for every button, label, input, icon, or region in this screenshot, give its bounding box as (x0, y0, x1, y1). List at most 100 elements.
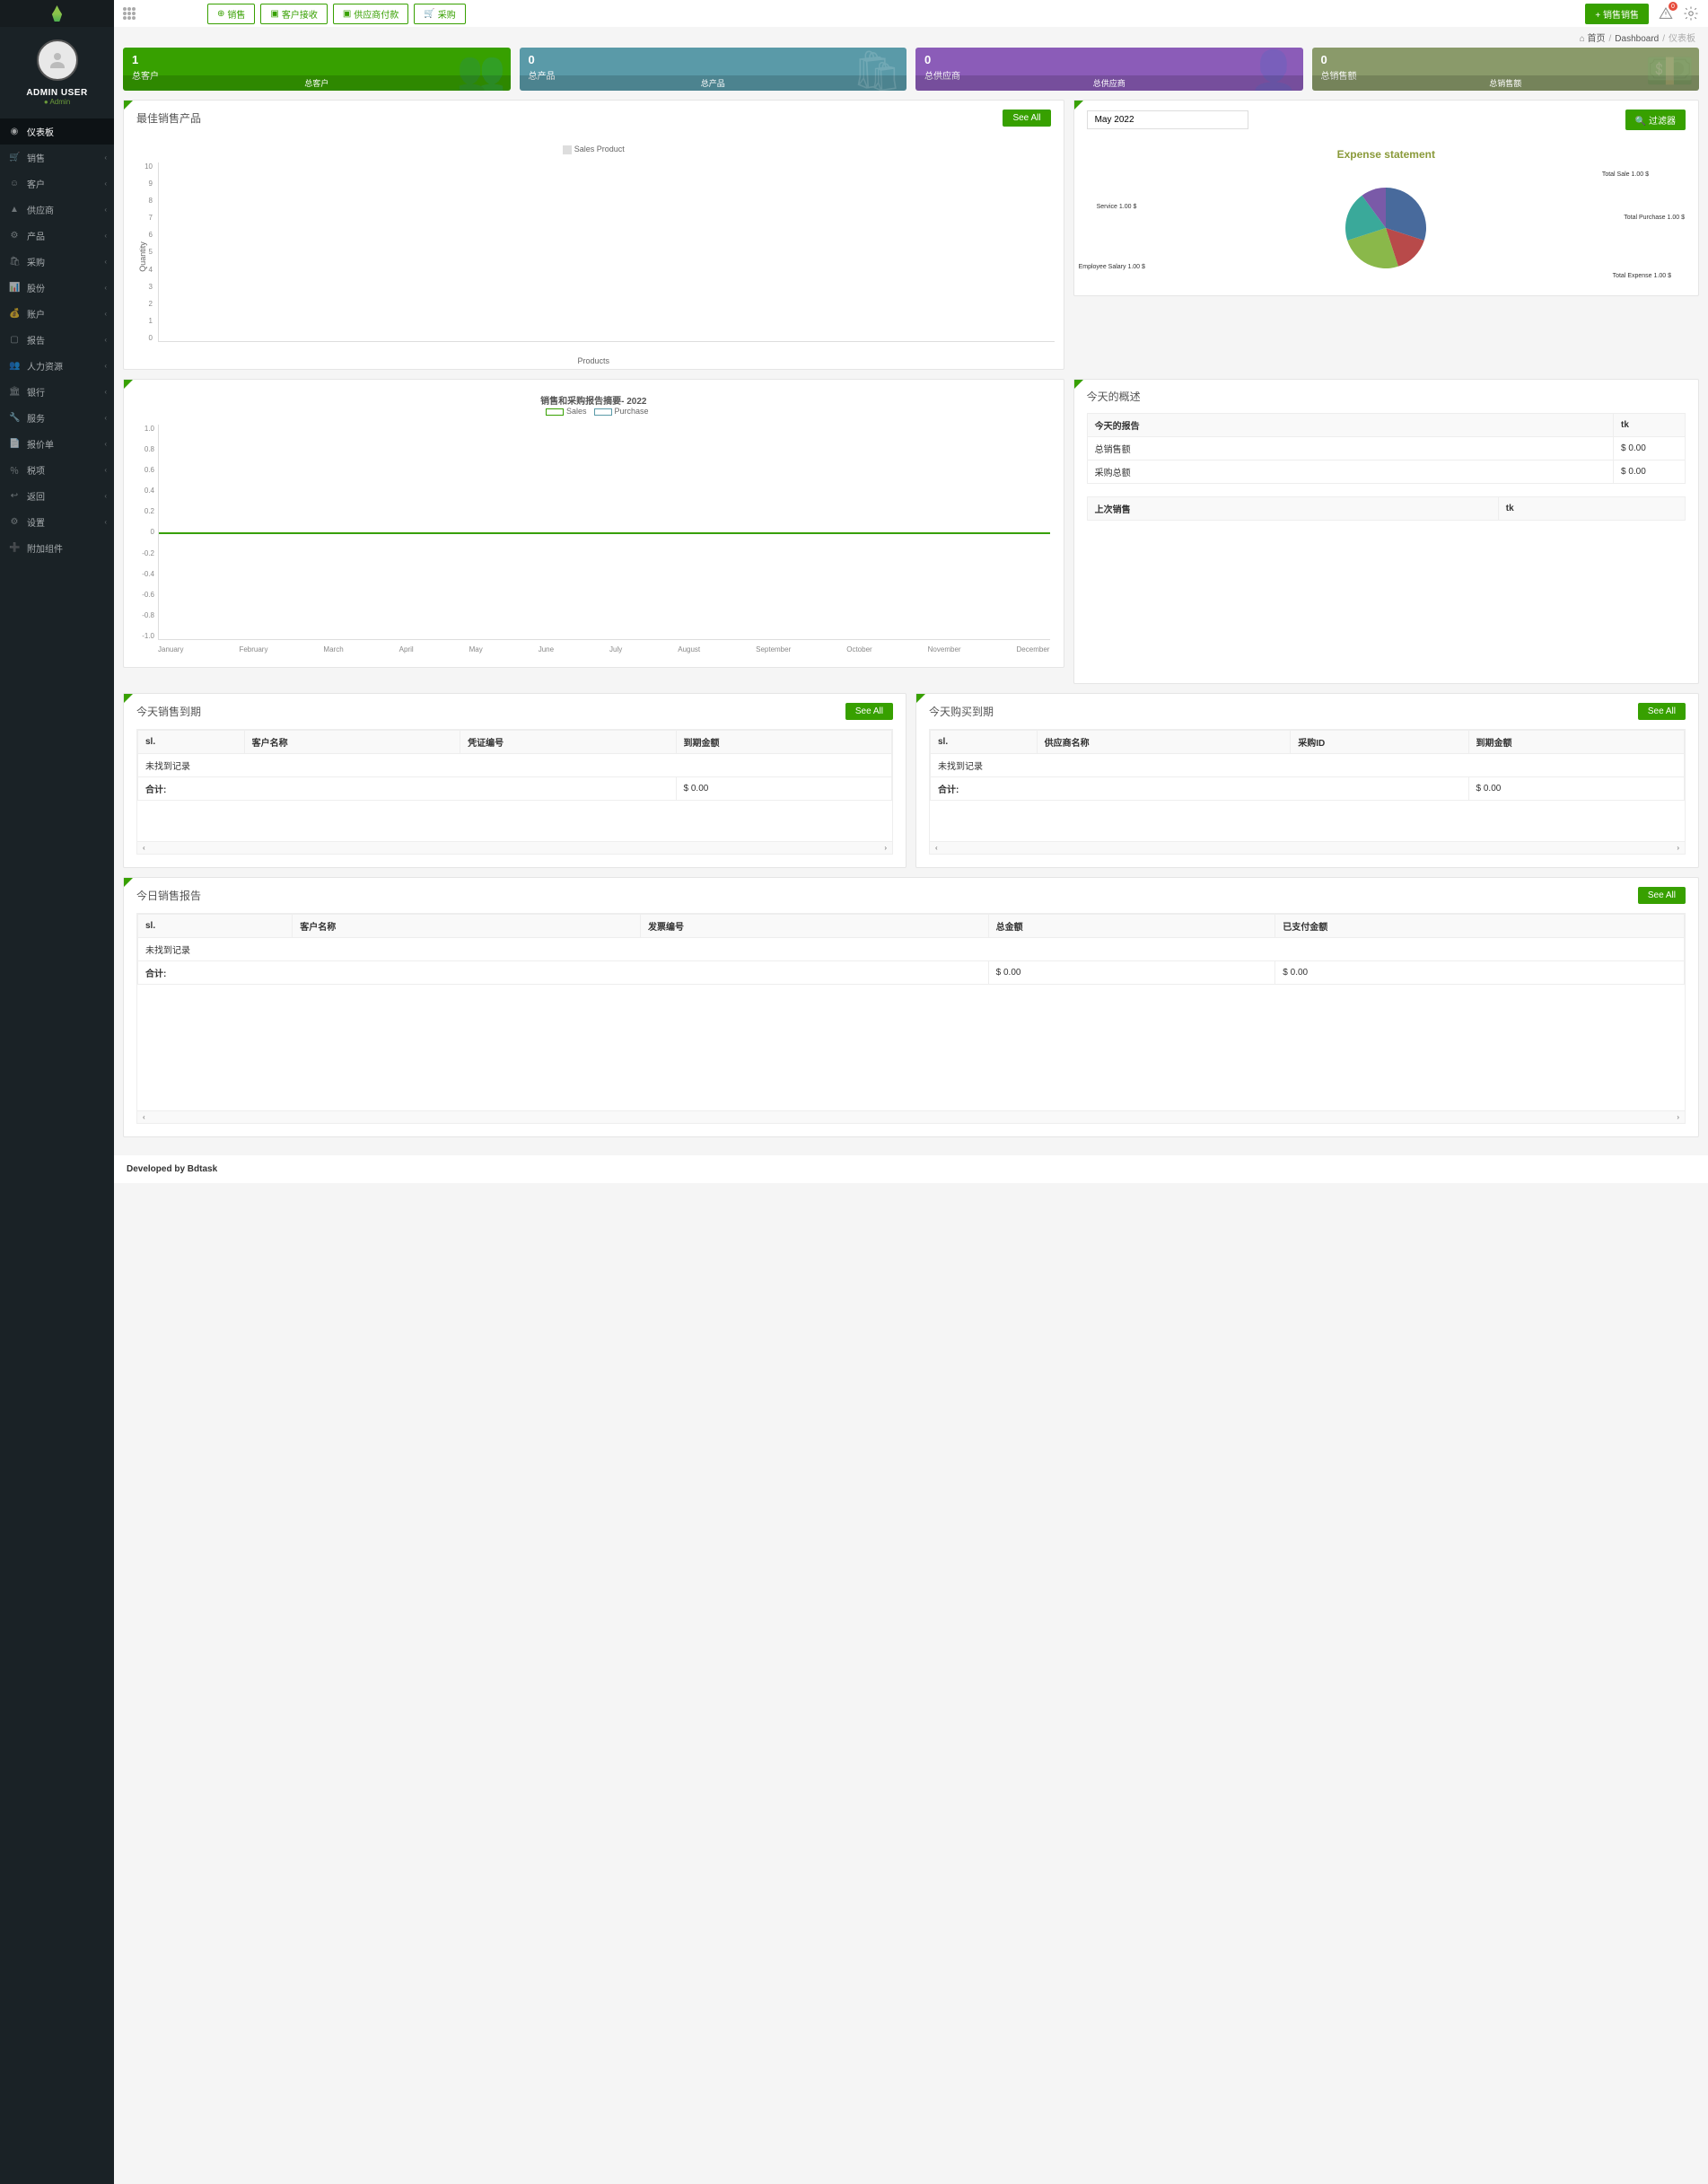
chevron-left-icon[interactable]: ‹ (143, 844, 145, 852)
chevron-left-icon: ‹ (104, 440, 107, 448)
chevron-left-icon: ‹ (104, 336, 107, 344)
alert-icon[interactable]: 0 (1658, 5, 1674, 22)
panel-sales-purchase: 销售和采购报告摘要- 2022 SalesPurchase 1.00.80.60… (123, 379, 1064, 668)
breadcrumb: ⌂ 首页/Dashboard/仪表板 (114, 27, 1708, 48)
nav-return[interactable]: ↩返回‹ (0, 483, 114, 509)
gear-icon: ⚙ (9, 517, 20, 527)
pie-title: Expense statement (1092, 148, 1680, 161)
chevron-left-icon: ‹ (104, 206, 107, 214)
nav-addon[interactable]: ➕附加组件 (0, 535, 114, 561)
gauge-icon: ◉ (9, 127, 20, 136)
nav-purchase[interactable]: 🛍采购‹ (0, 249, 114, 275)
chevron-left-icon[interactable]: ‹ (143, 1113, 145, 1121)
nav-quote[interactable]: 📄报价单‹ (0, 431, 114, 457)
top-btn-supplier-pay[interactable]: ▣供应商付款 (333, 4, 408, 24)
user-name: ADMIN USER (0, 88, 114, 98)
chevron-right-icon[interactable]: › (1677, 1113, 1679, 1121)
nav-settings[interactable]: ⚙设置‹ (0, 509, 114, 535)
file-icon: 📄 (9, 439, 20, 449)
nav-report[interactable]: ▢报告‹ (0, 327, 114, 353)
tax-icon: ％ (9, 463, 20, 477)
stat-customers[interactable]: 1总客户总客户👥 (123, 48, 511, 91)
nav-service[interactable]: 🔧服务‹ (0, 405, 114, 431)
see-all-button[interactable]: See All (1638, 887, 1686, 904)
line-chart: 销售和采购报告摘要- 2022 SalesPurchase 1.00.80.60… (124, 380, 1064, 667)
top-btn-sales[interactable]: ⊕销售 (207, 4, 255, 24)
bar-chart: Sales Product Quantity 109876543210 Prod… (124, 136, 1064, 369)
due-sales-table: sl.客户名称凭证编号到期金额 未找到记录 合计:$ 0.00 (137, 730, 892, 801)
cog-icon: ⚙ (9, 231, 20, 241)
month-input[interactable] (1087, 110, 1248, 129)
panel-today-report: 今日销售报告See All sl.客户名称发票编号总金额已支付金额 未找到记录 … (123, 877, 1699, 1137)
nav-tax[interactable]: ％税项‹ (0, 457, 114, 483)
see-all-button[interactable]: See All (845, 703, 893, 720)
nav-account[interactable]: 💰账户‹ (0, 301, 114, 327)
panel-expense: 🔍 过滤器 Expense statement (1073, 100, 1699, 296)
money-icon: 💰 (9, 309, 20, 319)
flame-icon (51, 5, 64, 22)
panel-due-sales: 今天销售到期See All sl.客户名称凭证编号到期金额 未找到记录 合计:$… (123, 693, 907, 868)
search-icon: 🔍 (1635, 117, 1649, 127)
chevron-left-icon: ‹ (104, 232, 107, 240)
chevron-right-icon[interactable]: › (884, 844, 887, 852)
chevron-left-icon: ‹ (104, 518, 107, 526)
home-icon: ⌂ (1580, 34, 1588, 44)
report-icon: ▢ (9, 335, 20, 345)
chevron-left-icon: ‹ (104, 492, 107, 500)
person-icon: 👤 (1249, 48, 1299, 91)
receive-icon: ▣ (270, 9, 278, 19)
crumb-home[interactable]: 首页 (1588, 34, 1606, 44)
cart-icon: 🛒 (9, 153, 20, 162)
today-report-table: sl.客户名称发票编号总金额已支付金额 未找到记录 合计:$ 0.00$ 0.0… (137, 914, 1685, 985)
nav-supplier[interactable]: ▲供应商‹ (0, 197, 114, 223)
nav-bank[interactable]: 🏛银行‹ (0, 379, 114, 405)
overview-table: 今天的报告tk 总销售额$ 0.00 采购总额$ 0.00 (1087, 413, 1686, 484)
users-icon: 👥 (9, 361, 20, 371)
crumb-dashboard[interactable]: Dashboard (1615, 34, 1659, 44)
nav-product[interactable]: ⚙产品‹ (0, 223, 114, 249)
top-btn-customer-receive[interactable]: ▣客户接收 (260, 4, 327, 24)
nav-customer[interactable]: ☺客户‹ (0, 171, 114, 197)
stat-products[interactable]: 0总产品总产品🛍 (520, 48, 907, 91)
nav-hr[interactable]: 👥人力资源‹ (0, 353, 114, 379)
stat-sales[interactable]: 0总销售额总销售额💵 (1312, 48, 1700, 91)
scrollbar[interactable]: ‹› (137, 1110, 1685, 1123)
panel-overview: 今天的概述 今天的报告tk 总销售额$ 0.00 采购总额$ 0.00 上次销售… (1073, 379, 1699, 684)
settings-icon[interactable] (1683, 5, 1699, 22)
cart-icon: ⊕ (217, 9, 224, 19)
see-all-button[interactable]: See All (1003, 110, 1050, 127)
logo[interactable] (0, 0, 114, 27)
apps-icon[interactable] (123, 7, 136, 20)
chevron-left-icon[interactable]: ‹ (935, 844, 938, 852)
stat-suppliers[interactable]: 0总供应商总供应商👤 (915, 48, 1303, 91)
pie-chart: Total Sale 1.00 $ Total Purchase 1.00 $ … (1092, 170, 1680, 286)
filter-button[interactable]: 🔍 过滤器 (1625, 110, 1686, 130)
scrollbar[interactable]: ‹› (930, 841, 1685, 854)
bank-icon: 🏛 (9, 387, 20, 397)
chevron-left-icon: ‹ (104, 414, 107, 422)
chevron-left-icon: ‹ (104, 284, 107, 292)
avatar[interactable] (37, 39, 78, 81)
chevron-left-icon: ‹ (104, 362, 107, 370)
chart-icon: 📊 (9, 283, 20, 293)
nav-dashboard[interactable]: ◉仪表板 (0, 118, 114, 145)
last-sale-table: 上次销售tk (1087, 496, 1686, 521)
return-icon: ↩ (9, 491, 20, 501)
chevron-right-icon[interactable]: › (1677, 844, 1679, 852)
chevron-left-icon: ‹ (104, 388, 107, 396)
nav-sales[interactable]: 🛒销售‹ (0, 145, 114, 171)
chevron-left-icon: ‹ (104, 310, 107, 318)
panel-title: 最佳销售产品 (136, 110, 201, 126)
chevron-left-icon: ‹ (104, 153, 107, 162)
sales-sales-button[interactable]: + 销售销售 (1585, 4, 1649, 24)
panel-best-sales: 最佳销售产品 See All Sales Product Quantity 109… (123, 100, 1064, 370)
scrollbar[interactable]: ‹› (137, 841, 892, 854)
sidebar: ADMIN USER Admin ◉仪表板 🛒销售‹ ☺客户‹ ▲供应商‹ ⚙产… (0, 0, 114, 2184)
top-btn-purchase[interactable]: 🛒采购 (414, 4, 465, 24)
see-all-button[interactable]: See All (1638, 703, 1686, 720)
plus-icon: ➕ (9, 543, 20, 553)
user-role: Admin (0, 98, 114, 106)
users-icon: 👥 (457, 48, 506, 91)
nav-stock[interactable]: 📊股份‹ (0, 275, 114, 301)
wrench-icon: 🔧 (9, 413, 20, 423)
